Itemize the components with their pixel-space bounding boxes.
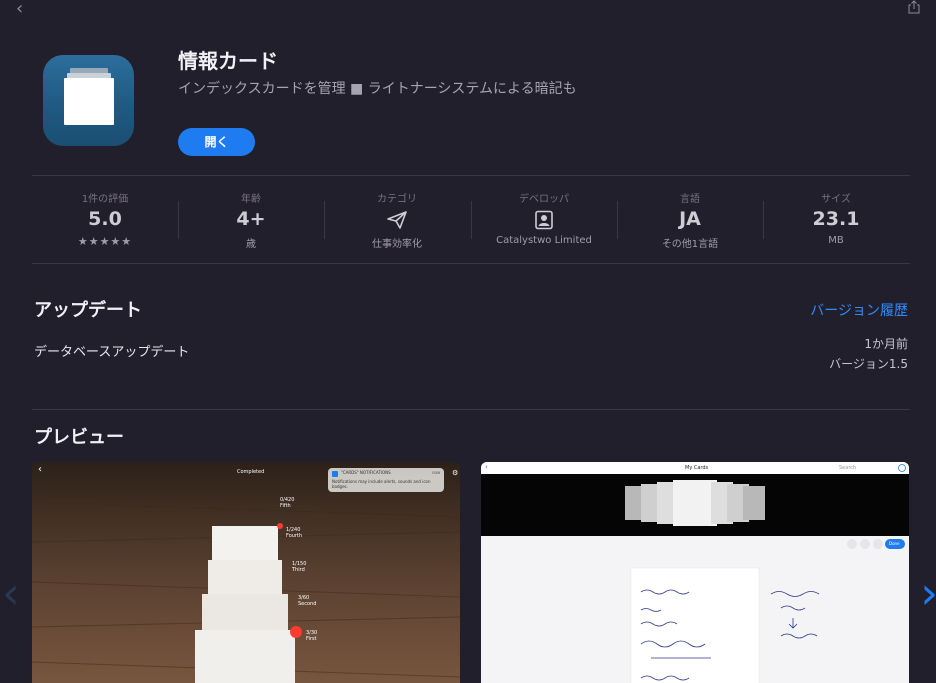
shot1-notification-time: now [432,470,441,475]
stat-sub: 仕事効率化 [372,239,422,250]
stat-label: 言語 [680,194,700,205]
stat-sub: MB [828,235,844,246]
shot1-header: Completed [237,469,265,475]
preview-heading: プレビュー [34,427,124,448]
stat-size[interactable]: サイズ 23.1 MB [763,176,909,247]
shot2-back-icon: ‹ [485,463,488,471]
stat-label: デベロッパ [519,194,569,205]
card-stack-front [64,78,114,125]
stat-developer[interactable]: デベロッパ Catalystwo Limited [471,176,617,247]
level-name: First [306,636,317,642]
stat-label: 年齢 [241,194,261,205]
stat-ratings[interactable]: 1件の評価 5.0 ★★★★★ [32,176,178,248]
screenshot-2-art [481,462,909,683]
stat-value: 4+ [236,208,266,230]
stat-label: カテゴリ [377,194,417,205]
stat-sub: 歳 [246,239,256,250]
app-subtitle: インデックスカードを管理 ■ ライトナーシステムによる暗記も [178,81,577,97]
paper-plane-icon [387,211,407,229]
stat-value: 5.0 [88,208,122,230]
stat-label: 1件の評価 [81,194,129,205]
screenshot-1-art [32,462,460,683]
next-screenshot-chevron-icon[interactable]: › [920,572,936,616]
shot2-header: My Cards [685,465,709,471]
update-version: バージョン1.5 [829,357,908,371]
shot1-settings-icon: ⚙ [452,469,459,477]
updates-heading: アップデート [34,300,142,321]
app-title: 情報カード [178,49,278,73]
update-notes: データベースアップデート [34,345,190,360]
stat-category[interactable]: カテゴリ 仕事効率化 [324,176,470,250]
stat-sub: その他1言語 [661,239,719,250]
stat-sub: Catalystwo Limited [496,235,592,246]
shot1-back-icon: ‹ [38,464,42,475]
stat-language[interactable]: 言語 JA その他1言語 [617,176,763,250]
stat-value: JA [679,208,701,230]
star-rating: ★★★★★ [77,235,133,248]
shot2-search-field: Search [839,465,857,471]
app-icon [43,55,134,146]
level-name: Fifth [280,503,291,509]
person-badge-icon [535,210,553,230]
stats-row: 1件の評価 5.0 ★★★★★ 年齢 4+ 歳 カテゴリ 仕事効率化 デベロッパ [32,176,910,263]
screenshot-1[interactable]: ‹ Completed "CARDS" NOTIFICATIONS now No… [32,462,460,683]
shot1-notification-body: Notifications may include alerts, sounds… [332,479,431,489]
divider [32,409,910,410]
level-name: Fourth [286,533,303,539]
stat-value: 23.1 [812,208,860,230]
screenshot-2[interactable]: ‹ My Cards Search Done [481,462,909,683]
update-date: 1か月前 [864,337,908,351]
back-chevron-icon[interactable]: ‹ [16,0,23,19]
open-button[interactable]: 開く [178,128,255,156]
level-name: Third [292,567,305,573]
version-history-link[interactable]: バージョン履歴 [810,300,908,320]
share-icon[interactable] [908,0,920,14]
shot2-done-button: Done [889,541,900,546]
shot1-notification-title: "CARDS" NOTIFICATIONS [341,470,391,475]
divider [32,263,910,264]
stat-label: サイズ [821,194,851,205]
stat-age[interactable]: 年齢 4+ 歳 [178,176,324,250]
previous-screenshot-chevron-icon[interactable]: ‹ [2,572,20,616]
level-name: Second [298,601,317,607]
app-store-page: ‹ 情報カード インデックスカードを管理 ■ ライトナーシステムによる暗記も 開… [0,0,936,683]
